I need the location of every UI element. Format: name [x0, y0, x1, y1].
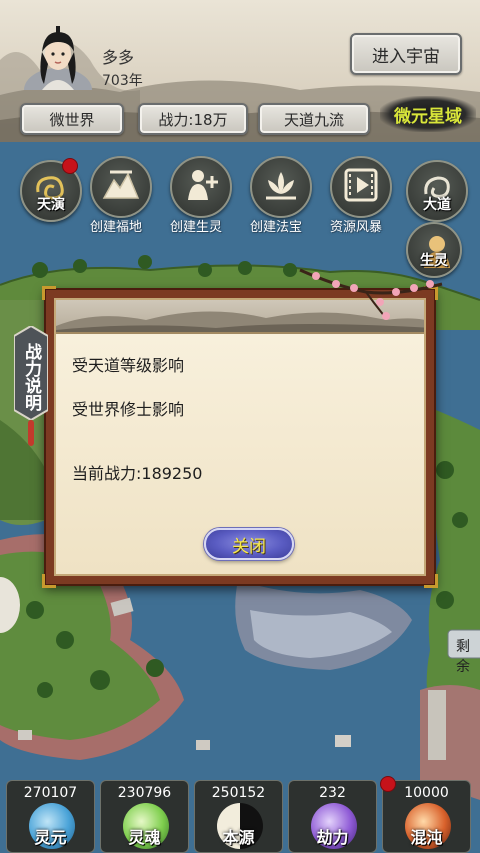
action-label: 大道 [423, 197, 451, 213]
action-label: 创建法宝 [250, 220, 303, 235]
mountain-icon [102, 170, 140, 199]
person-plus-icon [188, 170, 218, 200]
heaven-dao-tag[interactable]: 天道九流 [258, 103, 370, 135]
top-header: 多多 703年 进入宇宙 微世界 战力:18万 天道九流 微元星域 [0, 0, 480, 142]
action-label: 创建生灵 [170, 220, 223, 235]
action-label: 创建福地 [90, 220, 143, 235]
notification-dot [380, 776, 396, 792]
combat-power-tag[interactable]: 战力:18万 [138, 103, 248, 135]
resource-label: 劫力 [316, 828, 349, 847]
dialog-line-heaven-level: 受天道等级影响 [72, 356, 185, 375]
plum-blossom-branch [299, 268, 443, 320]
action-create-life-button[interactable] [170, 156, 232, 218]
resource-label: 混沌 [410, 828, 443, 847]
close-button[interactable]: 关闭 [204, 528, 294, 560]
dialog-current-power: 当前战力:189250 [72, 464, 203, 483]
resource-count: 232 [319, 785, 346, 801]
film-play-icon [344, 168, 378, 202]
dialog-panel: 受天道等级影响 受世界修士影响 当前战力:189250 关闭 [54, 298, 426, 576]
resource-label: 本源 [222, 828, 255, 847]
player-avatar[interactable] [20, 24, 96, 90]
resource-hundun[interactable]: 10000 混沌 [382, 780, 471, 853]
resource-count: 10000 [404, 785, 449, 801]
resource-count: 230796 [117, 785, 172, 801]
resource-lingyuan[interactable]: 270107 灵元 [6, 780, 95, 853]
dialog-line-cultivators: 受世界修士影响 [72, 400, 185, 419]
notification-dot [62, 158, 78, 174]
resource-label: 灵元 [34, 828, 67, 847]
world-type-tag[interactable]: 微世界 [20, 103, 124, 135]
resource-linghun[interactable]: 230796 灵魂 [100, 780, 189, 853]
enter-universe-button[interactable]: 进入宇宙 [350, 33, 462, 75]
resource-count: 250152 [211, 785, 266, 801]
resource-jieli[interactable]: 232 劫力 [288, 780, 377, 853]
side-tab-title: 战力说明 [21, 343, 41, 411]
lotus-icon [266, 172, 296, 200]
corner-ornament [42, 286, 56, 300]
action-resource-storm-button[interactable] [330, 156, 392, 218]
combat-power-dialog: 受天道等级影响 受世界修士影响 当前战力:189250 关闭 [42, 286, 438, 588]
realm-label[interactable]: 微元星域 [380, 96, 476, 132]
corner-ornament [42, 574, 56, 588]
resource-benyuan[interactable]: 250152 本源 [194, 780, 283, 853]
corner-ornament [424, 574, 438, 588]
action-dao-button[interactable]: 大道 [406, 160, 468, 222]
resource-count: 270107 [23, 785, 78, 801]
player-name: 多多 [102, 48, 135, 67]
tassel-icon [28, 420, 34, 446]
action-create-treasure-button[interactable] [250, 156, 312, 218]
action-label: 天演 [37, 197, 65, 213]
player-age: 703年 [102, 73, 143, 89]
action-label: 资源风暴 [330, 220, 383, 235]
side-peek-label[interactable]: 剩余 [456, 636, 480, 676]
action-create-land-button[interactable] [90, 156, 152, 218]
resource-label: 灵魂 [128, 828, 161, 847]
